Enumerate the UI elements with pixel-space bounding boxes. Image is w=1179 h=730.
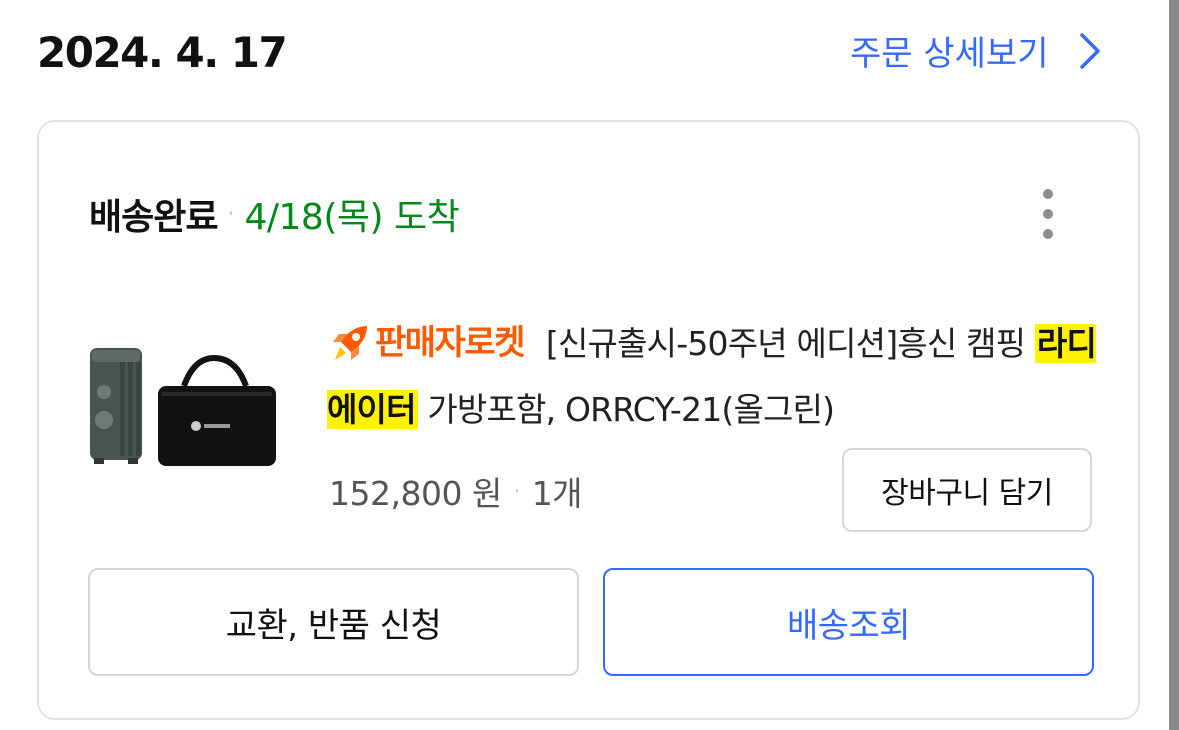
product-title-part2: 가방포함, ORRCY-21(올그린) [417,389,835,429]
seller-rocket-badge: 판매자로켓 [327,311,525,375]
order-date: 2024. 4. 17 [37,28,288,77]
product-title[interactable]: 판매자로켓 [신규출시-50주년 에디션]흥신 캠핑 라디에이터 가방포함, O… [327,312,1107,442]
order-detail-label: 주문 상세보기 [850,34,1049,74]
add-to-cart-button[interactable]: 장바구니 담기 [842,448,1092,532]
separator-dot: · [227,201,235,227]
order-detail-link[interactable]: 주문 상세보기 [850,26,1111,75]
product-quantity: 1개 [531,474,583,513]
delivery-status: 배송완료 [89,197,218,238]
product-image[interactable] [84,340,284,470]
order-card: 배송완료 · 4/18(목) 도착 판매자로켓 [신규출시-50주년 에디션]흥… [37,120,1140,720]
separator-dot: · [513,479,520,503]
track-delivery-button[interactable]: 배송조회 [603,568,1094,676]
order-history-page: 2024. 4. 17 주문 상세보기 배송완료 · 4/18(목) 도착 판매… [0,0,1179,730]
return-request-button[interactable]: 교환, 반품 신청 [88,568,579,676]
chevron-right-icon [1079,32,1100,69]
seller-rocket-label: 판매자로켓 [375,322,525,363]
price-row: 152,800 원 · 1개 [329,467,583,515]
product-price: 152,800 원 [329,474,502,513]
scrollbar[interactable] [1169,0,1179,730]
arrival-date: 4/18(목) 도착 [244,197,460,238]
rocket-icon [333,325,367,360]
delivery-status-row: 배송완료 · 4/18(목) 도착 [89,188,460,240]
more-vertical-icon[interactable] [1034,188,1062,240]
product-title-part1: [신규출시-50주년 에디션]흥신 캠핑 [545,324,1035,363]
